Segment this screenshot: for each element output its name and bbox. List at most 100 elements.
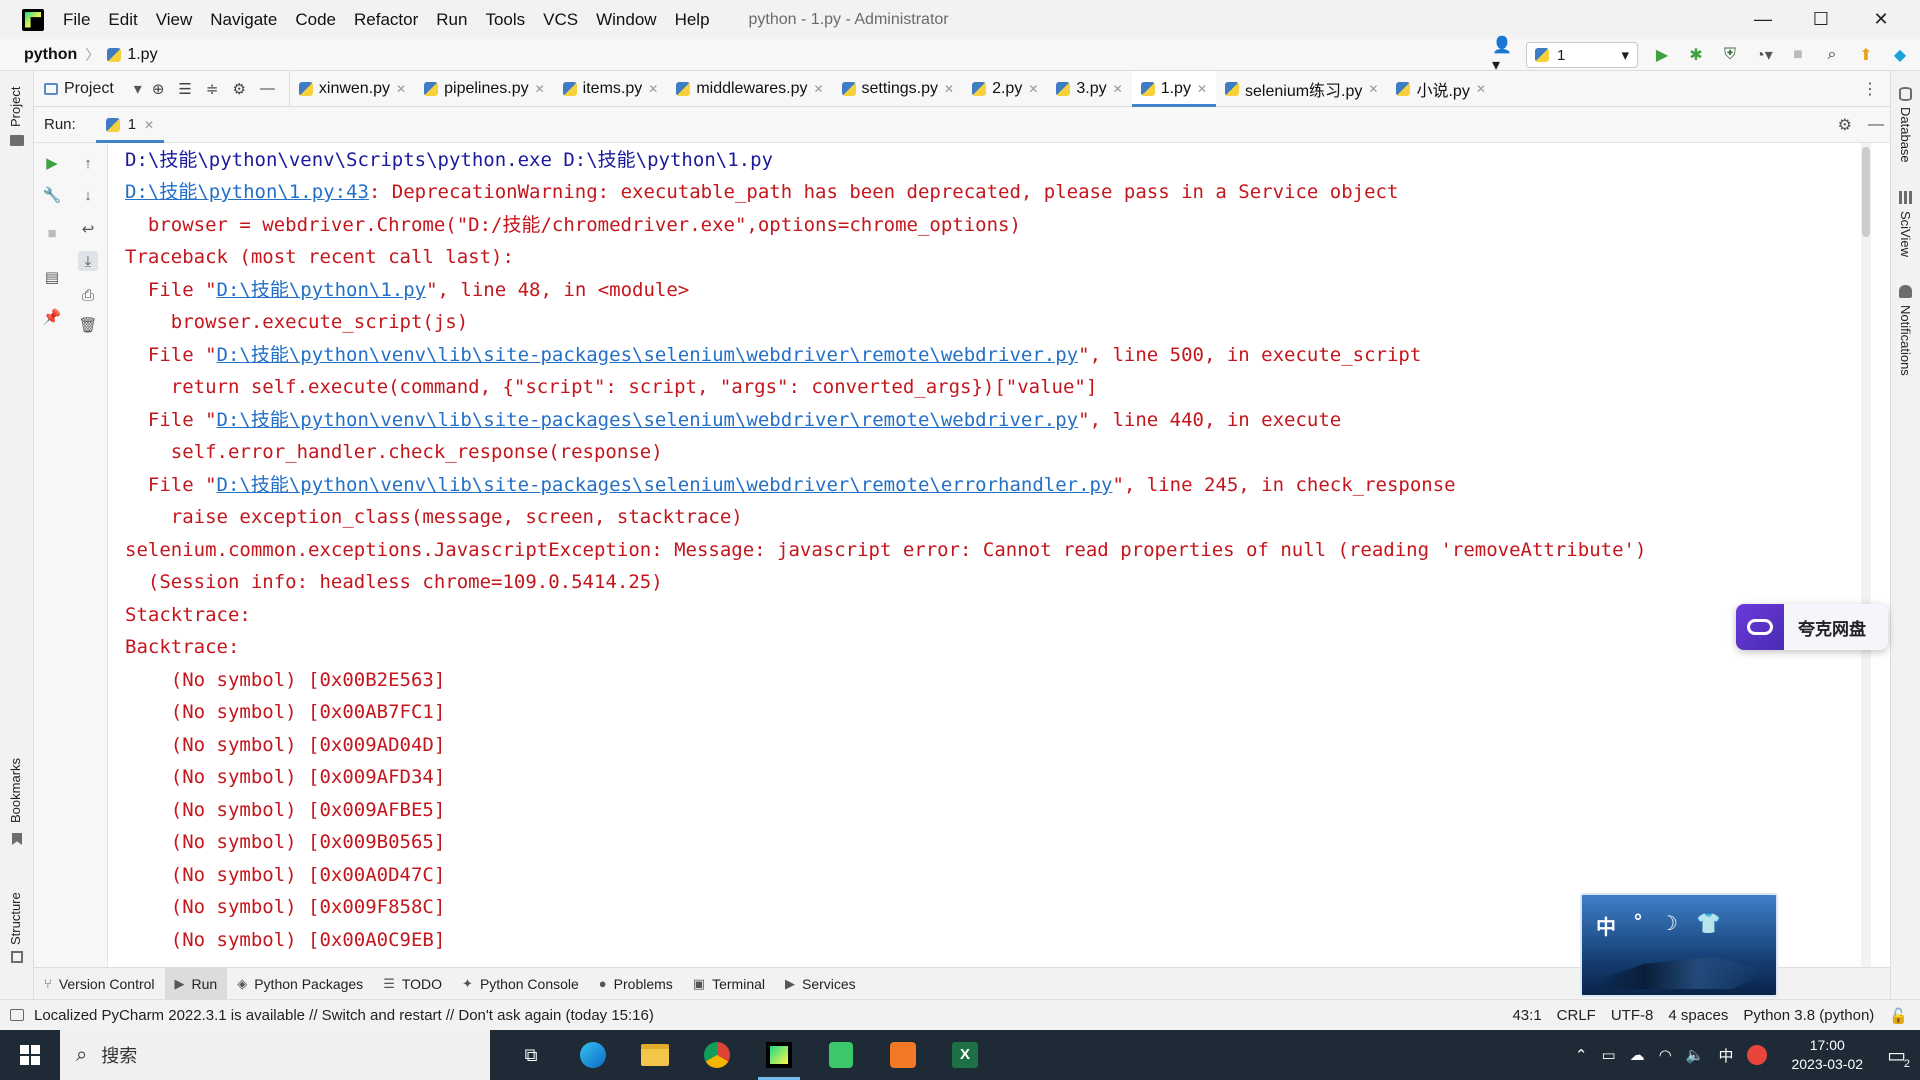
- close-icon[interactable]: ✕: [1113, 82, 1123, 96]
- debug-icon[interactable]: ✱: [1686, 45, 1706, 65]
- orange-app-icon[interactable]: [872, 1030, 934, 1080]
- close-icon[interactable]: ✕: [1028, 82, 1038, 96]
- close-button[interactable]: ✕: [1852, 0, 1910, 39]
- close-icon[interactable]: ✕: [535, 82, 545, 96]
- arrow-up-icon[interactable]: ↑: [78, 153, 98, 173]
- gear-icon[interactable]: ⚙: [1838, 115, 1852, 135]
- close-icon[interactable]: ✕: [944, 82, 954, 96]
- maximize-button[interactable]: ☐: [1792, 0, 1850, 39]
- wrench-icon[interactable]: 🔧: [42, 185, 62, 205]
- rerun-icon[interactable]: ▶: [42, 153, 62, 173]
- tab-settings-py[interactable]: settings.py ✕: [833, 71, 964, 107]
- trash-icon[interactable]: 🗑: [78, 315, 98, 335]
- hide-icon[interactable]: —: [260, 80, 275, 97]
- tab-novel-py[interactable]: 小说.py ✕: [1387, 71, 1494, 107]
- console-file-link[interactable]: D:\技能\python\1.py: [217, 279, 427, 301]
- scrollbar-thumb[interactable]: [1862, 147, 1870, 237]
- tab-items-py[interactable]: items.py ✕: [554, 71, 668, 107]
- hide-icon[interactable]: —: [1868, 116, 1884, 134]
- close-icon[interactable]: ✕: [144, 118, 154, 132]
- wifi-icon[interactable]: ◠: [1659, 1046, 1672, 1064]
- pin-icon[interactable]: 📌: [42, 307, 62, 327]
- tab-middlewares-py[interactable]: middlewares.py ✕: [667, 71, 832, 107]
- file-explorer-icon[interactable]: [624, 1030, 686, 1080]
- project-view-select[interactable]: Project ▾: [34, 71, 152, 107]
- run-config-select[interactable]: 1 ▾: [1526, 42, 1638, 68]
- project-tool-button[interactable]: Project: [8, 87, 23, 127]
- start-button[interactable]: [0, 1030, 60, 1080]
- tab-todo[interactable]: ☰ TODO: [373, 968, 452, 1000]
- tab-version-control[interactable]: ⑂ Version Control: [34, 968, 165, 1000]
- notifications-tool-button[interactable]: Notifications: [1898, 305, 1913, 376]
- close-icon[interactable]: ✕: [1368, 82, 1378, 96]
- more-tabs-icon[interactable]: ⋮: [1862, 79, 1878, 99]
- lock-icon[interactable]: 🔓: [1889, 1007, 1908, 1025]
- indent-setting[interactable]: 4 spaces: [1668, 1007, 1728, 1024]
- task-view-icon[interactable]: ⧉: [500, 1030, 562, 1080]
- menu-refactor[interactable]: Refactor: [345, 0, 427, 39]
- green-app-icon[interactable]: [810, 1030, 872, 1080]
- python-interpreter[interactable]: Python 3.8 (python): [1743, 1007, 1874, 1024]
- search-icon[interactable]: ⌕: [1822, 45, 1842, 65]
- breadcrumb-project[interactable]: python: [0, 46, 77, 64]
- console-file-link[interactable]: D:\技能\python\1.py:43: [125, 181, 369, 203]
- line-separator[interactable]: CRLF: [1557, 1007, 1596, 1024]
- console-file-link[interactable]: D:\技能\python\venv\lib\site-packages\sele…: [217, 344, 1079, 366]
- menu-vcs[interactable]: VCS: [534, 0, 587, 39]
- sciview-tool-button[interactable]: SciView: [1898, 211, 1913, 257]
- console-file-link[interactable]: D:\技能\python\venv\lib\site-packages\sele…: [217, 409, 1079, 431]
- status-message[interactable]: Localized PyCharm 2022.3.1 is available …: [10, 1007, 654, 1024]
- console-scrollbar[interactable]: [1861, 143, 1871, 967]
- edge-browser-icon[interactable]: [562, 1030, 624, 1080]
- menu-run[interactable]: Run: [427, 0, 476, 39]
- ide-logo-icon[interactable]: ◆: [1890, 45, 1910, 65]
- taskbar-search[interactable]: ⌕ 搜索: [60, 1030, 490, 1080]
- minimize-button[interactable]: —: [1734, 0, 1792, 39]
- pycharm-app-icon[interactable]: [748, 1030, 810, 1080]
- excel-app-icon[interactable]: X: [934, 1030, 996, 1080]
- menu-view[interactable]: View: [147, 0, 202, 39]
- gear-icon[interactable]: ⚙: [232, 80, 245, 98]
- menu-edit[interactable]: Edit: [99, 0, 146, 39]
- tab-run[interactable]: ▶ Run: [164, 967, 228, 1000]
- run-console[interactable]: D:\技能\python\venv\Scripts\python.exe D:\…: [109, 143, 1871, 967]
- caret-position[interactable]: 43:1: [1512, 1007, 1541, 1024]
- panel-toggle-icon[interactable]: [10, 1009, 24, 1021]
- tab-pipelines-py[interactable]: pipelines.py ✕: [415, 71, 554, 107]
- chevron-up-icon[interactable]: ⌃: [1575, 1046, 1588, 1064]
- battery-icon[interactable]: ▭: [1601, 1046, 1615, 1064]
- tab-python-console[interactable]: ✦ Python Console: [452, 968, 589, 1000]
- database-tool-button[interactable]: Database: [1898, 107, 1913, 163]
- chrome-browser-icon[interactable]: [686, 1030, 748, 1080]
- expand-all-icon[interactable]: ☰: [178, 80, 191, 98]
- arrow-down-icon[interactable]: ↓: [78, 185, 98, 205]
- clock[interactable]: 17:00 2023-03-02: [1791, 1036, 1863, 1074]
- breadcrumb-file[interactable]: 1.py: [107, 46, 158, 64]
- close-icon[interactable]: ✕: [1476, 82, 1486, 96]
- menu-window[interactable]: Window: [587, 0, 665, 39]
- bookmarks-tool-button[interactable]: Bookmarks: [8, 758, 23, 823]
- tab-python-packages[interactable]: ◈ Python Packages: [227, 968, 373, 1000]
- tab-terminal[interactable]: ▣ Terminal: [683, 968, 775, 1000]
- tab-xinwen-py[interactable]: xinwen.py ✕: [290, 71, 415, 107]
- coverage-icon[interactable]: ⛨: [1720, 45, 1740, 65]
- profile-icon[interactable]: ◔▾: [1754, 45, 1774, 65]
- tab-1-py[interactable]: 1.py ✕: [1131, 70, 1217, 107]
- stop-icon[interactable]: ■: [1788, 45, 1808, 65]
- tab-3-py[interactable]: 3.py ✕: [1047, 71, 1131, 107]
- close-icon[interactable]: ✕: [813, 82, 823, 96]
- run-tab-1[interactable]: 1 ✕: [95, 107, 165, 143]
- game-floating-widget[interactable]: 中 ° ☽ 👕: [1580, 893, 1778, 997]
- update-icon[interactable]: ⬆: [1856, 45, 1876, 65]
- cloud-sync-icon[interactable]: ☁: [1630, 1046, 1645, 1064]
- tab-selenium-practice-py[interactable]: selenium练习.py ✕: [1216, 71, 1387, 107]
- close-icon[interactable]: ✕: [396, 82, 406, 96]
- menu-file[interactable]: File: [54, 0, 99, 39]
- collapse-all-icon[interactable]: ≑: [206, 80, 219, 98]
- scroll-to-end-icon[interactable]: ⤓: [78, 251, 98, 271]
- stop-icon[interactable]: ■: [42, 223, 62, 243]
- menu-tools[interactable]: Tools: [476, 0, 534, 39]
- close-icon[interactable]: ✕: [648, 82, 658, 96]
- sogou-ime-icon[interactable]: [1747, 1045, 1768, 1065]
- console-file-link[interactable]: D:\技能\python\venv\lib\site-packages\sele…: [217, 474, 1113, 496]
